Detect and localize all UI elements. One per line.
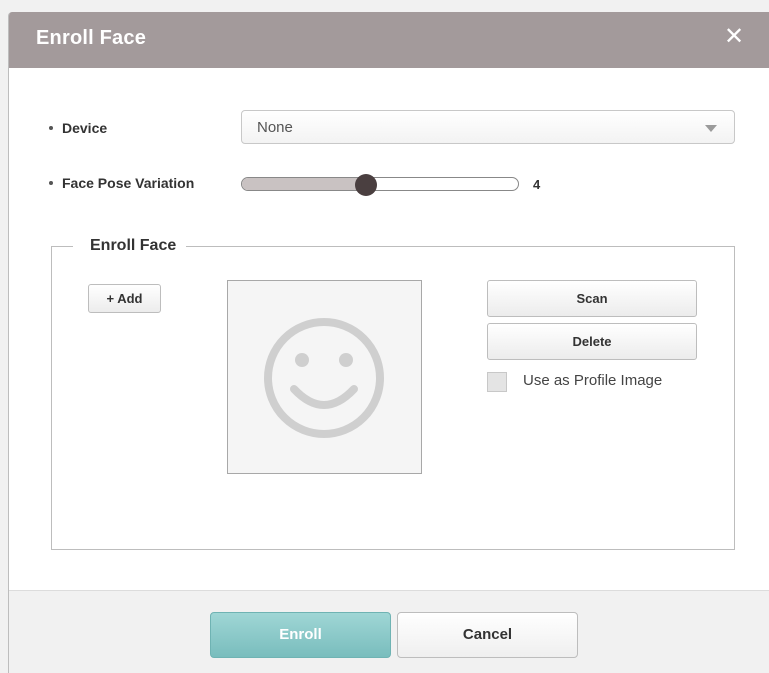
profile-image-checkbox[interactable] bbox=[487, 372, 507, 392]
dropdown-arrow-icon bbox=[705, 125, 717, 132]
pose-label: Face Pose Variation bbox=[62, 175, 195, 191]
profile-image-checkbox-label[interactable]: Use as Profile Image bbox=[523, 372, 662, 389]
bullet-icon bbox=[49, 126, 53, 131]
device-select-value: None bbox=[257, 119, 293, 136]
bullet-icon bbox=[49, 181, 53, 186]
delete-button[interactable]: Delete bbox=[487, 323, 697, 360]
enroll-face-dialog: Enroll Face ✕ Device None Face Pose Vari… bbox=[8, 12, 769, 673]
pose-slider-fill bbox=[242, 178, 368, 190]
smiley-face-icon bbox=[264, 318, 384, 438]
scan-button[interactable]: Scan bbox=[487, 280, 697, 317]
device-label-row: Device bbox=[49, 120, 107, 136]
pose-label-row: Face Pose Variation bbox=[49, 175, 194, 191]
cancel-button[interactable]: Cancel bbox=[397, 612, 578, 658]
enroll-face-section-title: Enroll Face bbox=[73, 237, 187, 255]
pose-slider-thumb[interactable] bbox=[355, 174, 378, 196]
close-icon[interactable]: ✕ bbox=[721, 24, 747, 50]
pose-slider-track[interactable] bbox=[241, 177, 519, 191]
device-select[interactable]: None bbox=[241, 110, 735, 144]
dialog-titlebar: Enroll Face ✕ bbox=[9, 12, 769, 68]
enroll-button[interactable]: Enroll bbox=[210, 612, 391, 658]
add-button[interactable]: + Add bbox=[88, 284, 161, 313]
device-label: Device bbox=[62, 120, 108, 136]
face-image-placeholder bbox=[227, 280, 422, 474]
pose-value: 4 bbox=[533, 177, 541, 192]
dialog-title: Enroll Face bbox=[36, 27, 147, 49]
